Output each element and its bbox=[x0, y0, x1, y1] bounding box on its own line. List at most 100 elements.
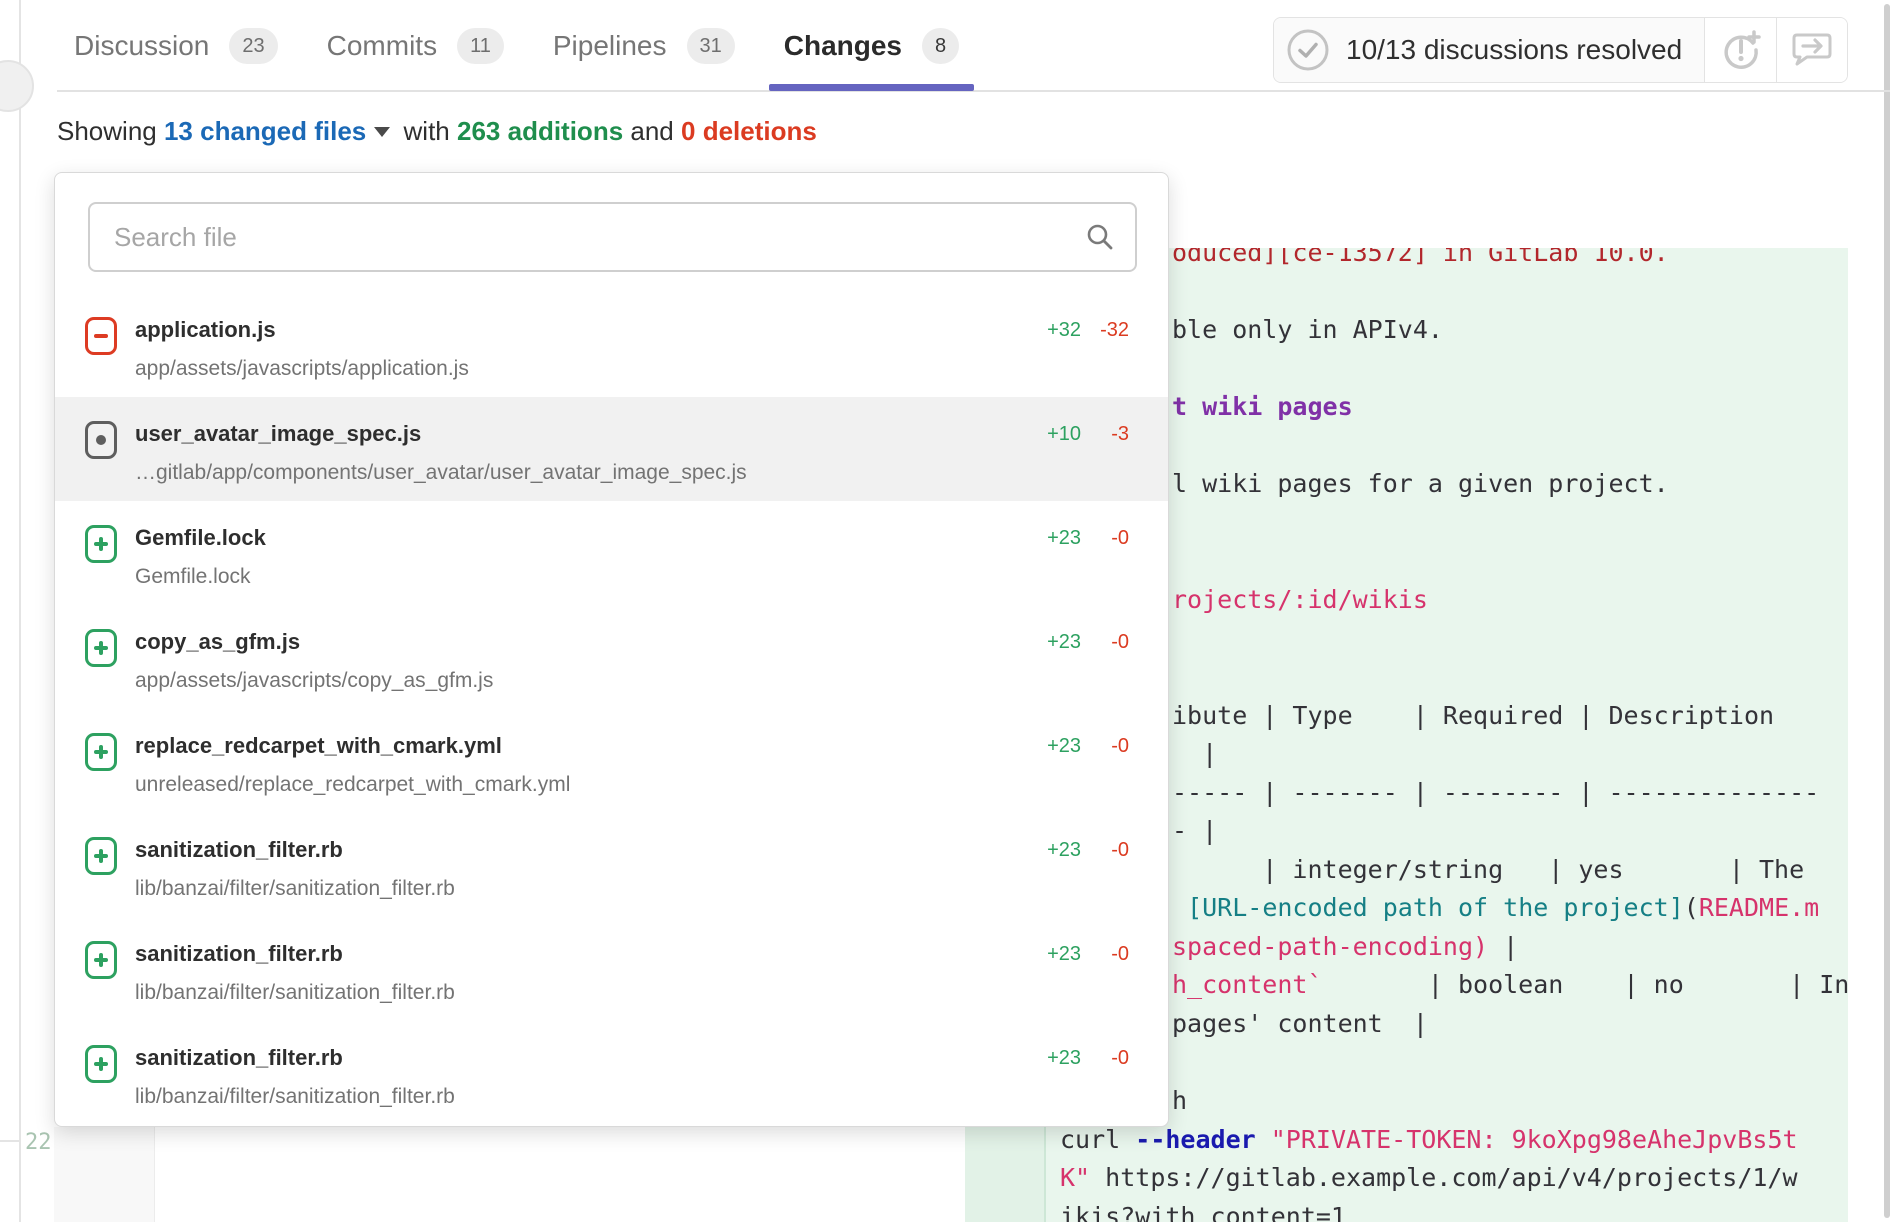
check-circle-icon bbox=[1286, 28, 1330, 72]
file-row[interactable]: sanitization_filter.rb lib/banzai/filter/… bbox=[55, 1021, 1168, 1125]
file-status-modified-icon bbox=[85, 421, 117, 459]
discussions-button-group: 10/13 discussions resolved bbox=[1273, 17, 1848, 83]
file-name: copy_as_gfm.js bbox=[135, 629, 300, 655]
diff-code-line: oduced][ce-13572] in GitLab 10.0. bbox=[1172, 248, 1669, 268]
tab-count-badge: 31 bbox=[687, 28, 735, 64]
file-name: sanitization_filter.rb bbox=[135, 837, 343, 863]
file-status-added-icon bbox=[85, 525, 117, 563]
file-name: sanitization_filter.rb bbox=[135, 1045, 343, 1071]
diff-code-line: - | bbox=[1172, 816, 1217, 846]
file-additions-count: +23 bbox=[1047, 943, 1081, 966]
file-path: Gemfile.lock bbox=[135, 565, 251, 589]
chevron-down-icon[interactable] bbox=[374, 127, 390, 137]
merge-request-tabs: Discussion 23 Commits 11 Pipelines 31 Changes 8 bbox=[74, 0, 959, 91]
summary-deletions: 0 deletions bbox=[681, 116, 817, 146]
tab-label: Discussion bbox=[74, 30, 209, 62]
tab-label: Commits bbox=[327, 30, 437, 62]
file-additions-count: +23 bbox=[1047, 735, 1081, 758]
diff-code-line: t wiki pages bbox=[1172, 392, 1353, 422]
collapsed-sidebar-handle[interactable] bbox=[0, 60, 34, 112]
changes-summary: Showing 13 changed files with 263 additi… bbox=[57, 116, 817, 147]
file-deletions-count: -0 bbox=[1111, 1047, 1129, 1070]
file-additions-count: +32 bbox=[1047, 319, 1081, 342]
tab-discussion[interactable]: Discussion 23 bbox=[74, 0, 278, 91]
file-path: lib/banzai/filter/sanitization_filter.rb bbox=[135, 1085, 455, 1109]
file-name: sanitization_filter.rb bbox=[135, 941, 343, 967]
diff-code-line: h_content` | boolean | no | In bbox=[1172, 970, 1849, 1000]
diff-code-line: ble only in APIv4. bbox=[1172, 315, 1443, 345]
diff-left-gutter-strip bbox=[54, 1127, 155, 1222]
diff-code-line: pages' content | bbox=[1172, 1009, 1428, 1039]
summary-additions: 263 additions bbox=[457, 116, 623, 146]
new-issue-icon bbox=[1720, 29, 1762, 71]
file-row[interactable]: copy_as_gfm.js app/assets/javascripts/cop… bbox=[55, 605, 1168, 709]
file-additions-count: +23 bbox=[1047, 839, 1081, 862]
diff-line-number: 22 bbox=[25, 1130, 52, 1155]
tab-changes[interactable]: Changes 8 bbox=[784, 0, 959, 91]
file-row[interactable]: replace_redcarpet_with_cmark.yml unreleas… bbox=[55, 709, 1168, 813]
file-row[interactable]: Gemfile.lock Gemfile.lock +23 -0 bbox=[55, 501, 1168, 605]
diff-code-line: spaced-path-encoding) | bbox=[1172, 932, 1518, 962]
diff-code-line: l wiki pages for a given project. bbox=[1172, 469, 1669, 499]
file-additions-count: +23 bbox=[1047, 1047, 1081, 1070]
tab-pipelines[interactable]: Pipelines 31 bbox=[553, 0, 735, 91]
discussions-resolved-button[interactable]: 10/13 discussions resolved bbox=[1274, 18, 1705, 82]
create-issue-to-resolve-button[interactable] bbox=[1705, 18, 1776, 82]
file-status-added-icon bbox=[85, 733, 117, 771]
tab-commits[interactable]: Commits 11 bbox=[327, 0, 504, 91]
tab-count-badge: 8 bbox=[922, 28, 959, 64]
file-name: application.js bbox=[135, 317, 276, 343]
diff-code-line: | bbox=[1172, 739, 1217, 769]
file-path: app/assets/javascripts/application.js bbox=[135, 357, 469, 381]
file-row[interactable]: sanitization_filter.rb lib/banzai/filter/… bbox=[55, 917, 1168, 1021]
file-row[interactable]: application.js app/assets/javascripts/app… bbox=[55, 293, 1168, 397]
tab-count-badge: 23 bbox=[229, 28, 277, 64]
diff-code-line: h bbox=[1172, 1086, 1187, 1116]
file-deletions-count: -0 bbox=[1111, 943, 1129, 966]
changed-files-dropdown-toggle[interactable]: 13 changed files bbox=[164, 116, 366, 146]
file-name: Gemfile.lock bbox=[135, 525, 266, 551]
tab-count-badge: 11 bbox=[457, 28, 504, 64]
file-row[interactable]: user_avatar_image_spec.js …gitlab/app/com… bbox=[55, 397, 1168, 501]
file-deletions-count: -0 bbox=[1111, 839, 1129, 862]
file-path: unreleased/replace_redcarpet_with_cmark.… bbox=[135, 773, 570, 797]
file-additions-count: +23 bbox=[1047, 631, 1081, 654]
file-path: lib/banzai/filter/sanitization_filter.rb bbox=[135, 877, 455, 901]
file-search-input[interactable] bbox=[88, 202, 1137, 272]
comment-next-icon bbox=[1789, 29, 1835, 71]
summary-with: with bbox=[404, 116, 450, 146]
file-deletions-count: -0 bbox=[1111, 631, 1129, 654]
file-search-dropdown: application.js app/assets/javascripts/app… bbox=[54, 172, 1169, 1127]
diff-code-line: [URL-encoded path of the project](README… bbox=[1172, 893, 1819, 923]
file-status-added-icon bbox=[85, 629, 117, 667]
file-additions-count: +10 bbox=[1047, 423, 1081, 446]
tab-label: Changes bbox=[784, 30, 902, 62]
file-path: app/assets/javascripts/copy_as_gfm.js bbox=[135, 669, 493, 693]
diff-code-line: ibute | Type | Required | Description bbox=[1172, 701, 1774, 731]
search-icon bbox=[1085, 222, 1115, 252]
diff-code-line: curl --header "PRIVATE-TOKEN: 9koXpg98eA… bbox=[1060, 1125, 1798, 1155]
file-status-added-icon bbox=[85, 1045, 117, 1083]
file-additions-count: +23 bbox=[1047, 527, 1081, 550]
file-name: replace_redcarpet_with_cmark.yml bbox=[135, 733, 502, 759]
file-path: lib/banzai/filter/sanitization_filter.rb bbox=[135, 981, 455, 1005]
file-row[interactable]: sanitization_filter.rb lib/banzai/filter/… bbox=[55, 813, 1168, 917]
file-deletions-count: -32 bbox=[1100, 319, 1129, 342]
file-status-added-icon bbox=[85, 941, 117, 979]
discussions-resolved-label: 10/13 discussions resolved bbox=[1346, 34, 1682, 66]
file-deletions-count: -3 bbox=[1111, 423, 1129, 446]
tab-label: Pipelines bbox=[553, 30, 667, 62]
diff-code-line: rojects/:id/wikis bbox=[1172, 585, 1428, 615]
file-name: user_avatar_image_spec.js bbox=[135, 421, 421, 447]
summary-showing: Showing bbox=[57, 116, 157, 146]
file-deletions-count: -0 bbox=[1111, 735, 1129, 758]
jump-to-next-discussion-button[interactable] bbox=[1776, 18, 1847, 82]
diff-code-line: | integer/string | yes | The bbox=[1172, 855, 1804, 885]
file-path: …gitlab/app/components/user_avatar/user_… bbox=[135, 461, 747, 485]
file-status-added-icon bbox=[85, 837, 117, 875]
diff-code-line: K" https://gitlab.example.com/api/v4/pro… bbox=[1060, 1163, 1798, 1193]
file-deletions-count: -0 bbox=[1111, 527, 1129, 550]
file-status-removed-icon bbox=[85, 317, 117, 355]
summary-and: and bbox=[630, 116, 673, 146]
diff-code-line: ----- | ------- | -------- | -----------… bbox=[1172, 778, 1819, 808]
